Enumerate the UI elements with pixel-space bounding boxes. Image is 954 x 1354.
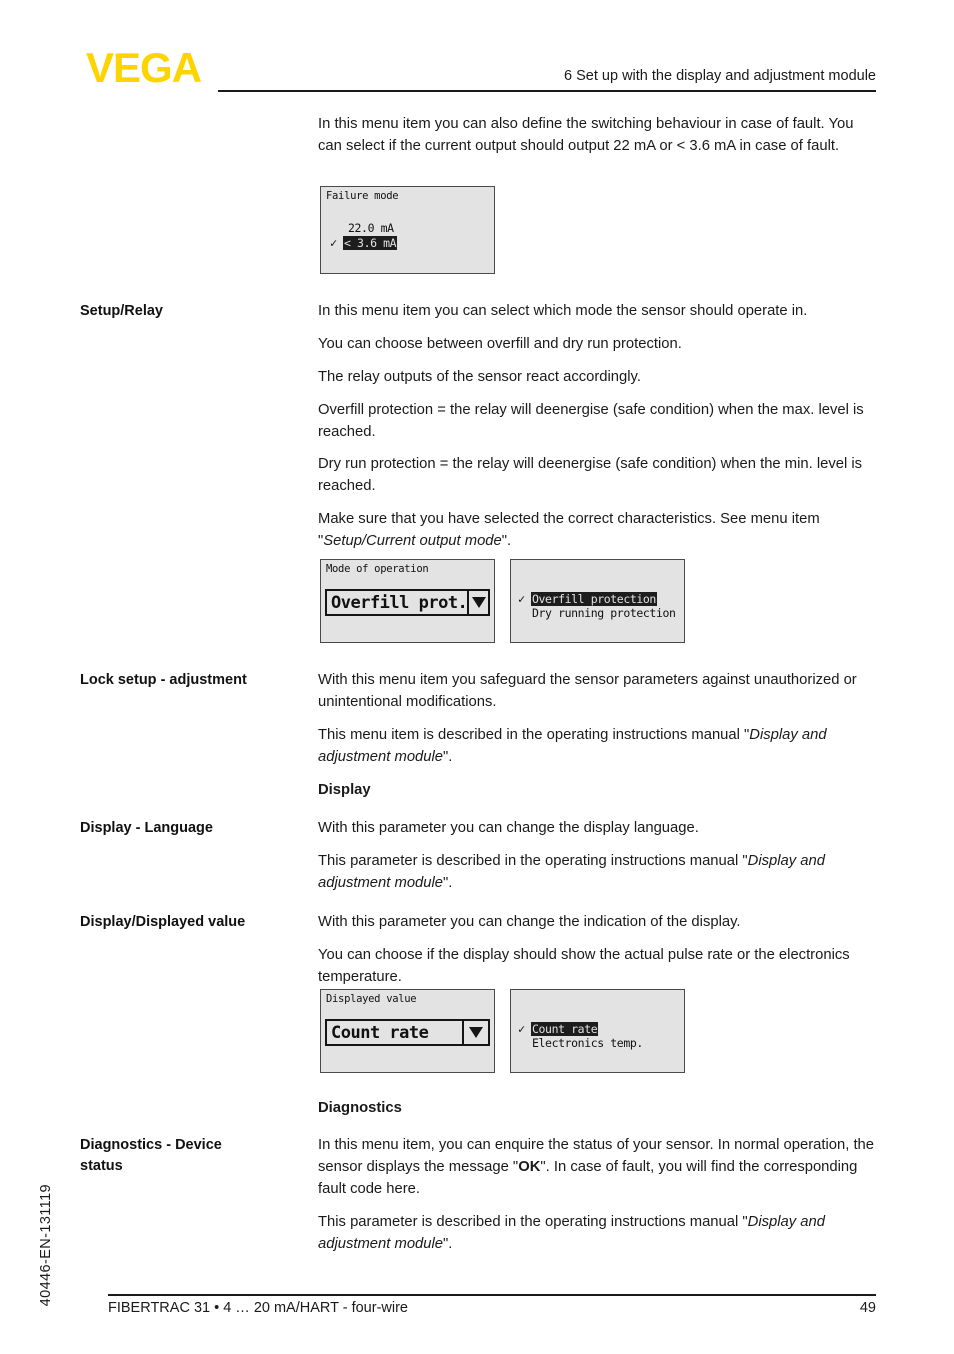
section-body-lock-setup: With this menu item you safeguard the se… <box>318 670 876 769</box>
paragraph: You can choose between overfill and dry … <box>318 335 682 352</box>
paragraph: With this parameter you can change the d… <box>318 820 699 836</box>
header-divider <box>218 90 876 92</box>
note-suffix: ". <box>501 533 512 550</box>
note-reference: Setup/Current output mode <box>323 533 502 550</box>
status-ok-text: OK <box>518 1158 541 1175</box>
paragraph-with-bold: In this menu item, you can enquire the s… <box>318 1135 876 1201</box>
paragraph: With this menu item you safeguard the se… <box>318 672 857 710</box>
lcd-failure-mode: Failure mode 22.0 mA ✓ < 3.6 mA <box>320 186 495 274</box>
section-body-diagnostics-device-status: In this menu item, you can enquire the s… <box>318 1135 876 1255</box>
paragraph-with-reference: This parameter is described in the opera… <box>318 851 876 895</box>
lcd-displayed-value-title: Displayed value <box>326 993 417 1005</box>
label-line-1: Diagnostics - Device <box>80 1137 222 1153</box>
intro-text-block: In this menu item you can also define th… <box>318 114 876 158</box>
section-body-setup-relay: In this menu item you can select which m… <box>318 301 876 553</box>
intro-paragraph: In this menu item you can also define th… <box>318 116 854 154</box>
footer-page-number: 49 <box>859 1300 876 1316</box>
chapter-header-title: 6 Set up with the display and adjustment… <box>564 68 876 84</box>
mode-of-operation-dropdown[interactable]: Overfill prot. <box>325 589 490 616</box>
section-body-displayed-value: With this parameter you can change the i… <box>318 912 876 989</box>
paragraph: In this menu item you can select which m… <box>318 303 808 319</box>
check-icon: ✓ <box>518 592 526 606</box>
note-suffix: ". <box>443 874 453 891</box>
lcd-mode-of-operation: Mode of operation Overfill prot. <box>320 559 495 643</box>
check-icon: ✓ <box>330 236 338 250</box>
note-prefix: This parameter is described in the opera… <box>318 852 748 869</box>
lcd-mode-of-operation-list: ✓ Overfill protection Dry running protec… <box>510 559 685 643</box>
paragraph: Overfill protection = the relay will dee… <box>318 401 864 440</box>
lcd-displayed-value: Displayed value Count rate <box>320 989 495 1073</box>
paragraph: The relay outputs of the sensor react ac… <box>318 368 641 385</box>
document-page: VEGA 6 Set up with the display and adjus… <box>0 0 954 1354</box>
displayed-list-option-1: Count rate <box>531 1022 599 1036</box>
section-body-display-language: With this parameter you can change the d… <box>318 818 876 895</box>
paragraph-with-reference: This menu item is described in the opera… <box>318 725 876 769</box>
paragraph: With this parameter you can change the i… <box>318 914 741 930</box>
lcd-failure-mode-option-2-wrap[interactable]: < 3.6 mA <box>343 236 398 250</box>
footer-product-name: FIBERTRAC 31 • 4 … 20 mA/HART - four-wir… <box>108 1300 408 1316</box>
mode-list-option-1-wrap[interactable]: Overfill protection <box>531 592 657 606</box>
note-prefix: This parameter is described in the opera… <box>318 1213 748 1230</box>
mode-list-option-2[interactable]: Dry running protection <box>532 606 676 620</box>
note-suffix: ". <box>443 1235 453 1252</box>
vega-logo: VEGA <box>86 44 202 91</box>
chevron-down-icon[interactable] <box>462 1021 488 1044</box>
displayed-list-option-2[interactable]: Electronics temp. <box>532 1036 643 1050</box>
heading-diagnostics: Diagnostics <box>318 1100 402 1116</box>
paragraph: You can choose if the display should sho… <box>318 946 850 985</box>
displayed-value-value: Count rate <box>331 1022 429 1043</box>
mode-list-option-1: Overfill protection <box>531 592 657 606</box>
lcd-failure-mode-title: Failure mode <box>326 190 399 202</box>
section-label-displayed-value: Display/Displayed value <box>80 914 246 930</box>
section-label-setup-relay: Setup/Relay <box>80 303 163 319</box>
section-label-diagnostics-device-status: Diagnostics - Device status <box>80 1135 308 1176</box>
lcd-failure-mode-option-1[interactable]: 22.0 mA <box>348 221 394 235</box>
paragraph-with-reference: This parameter is described in the opera… <box>318 1212 876 1256</box>
section-label-lock-setup: Lock setup - adjustment <box>80 672 247 688</box>
lcd-mode-of-operation-title: Mode of operation <box>326 563 429 575</box>
displayed-list-option-1-wrap[interactable]: Count rate <box>531 1022 599 1036</box>
note-prefix: This menu item is described in the opera… <box>318 726 750 743</box>
heading-display: Display <box>318 782 371 798</box>
paragraph-with-reference: Make sure that you have selected the cor… <box>318 509 876 553</box>
displayed-value-dropdown[interactable]: Count rate <box>325 1019 490 1046</box>
document-code-vertical: 40446-EN-131119 <box>38 1183 54 1306</box>
chevron-down-icon[interactable] <box>467 591 488 614</box>
footer-divider <box>108 1294 876 1296</box>
lcd-displayed-value-list: ✓ Count rate Electronics temp. <box>510 989 685 1073</box>
note-suffix: ". <box>443 748 453 765</box>
lcd-failure-mode-option-2: < 3.6 mA <box>343 236 398 250</box>
section-label-display-language: Display - Language <box>80 820 213 836</box>
mode-of-operation-value: Overfill prot. <box>331 592 468 613</box>
label-line-2: status <box>80 1157 123 1174</box>
paragraph: Dry run protection = the relay will deen… <box>318 456 863 495</box>
check-icon: ✓ <box>518 1022 526 1036</box>
